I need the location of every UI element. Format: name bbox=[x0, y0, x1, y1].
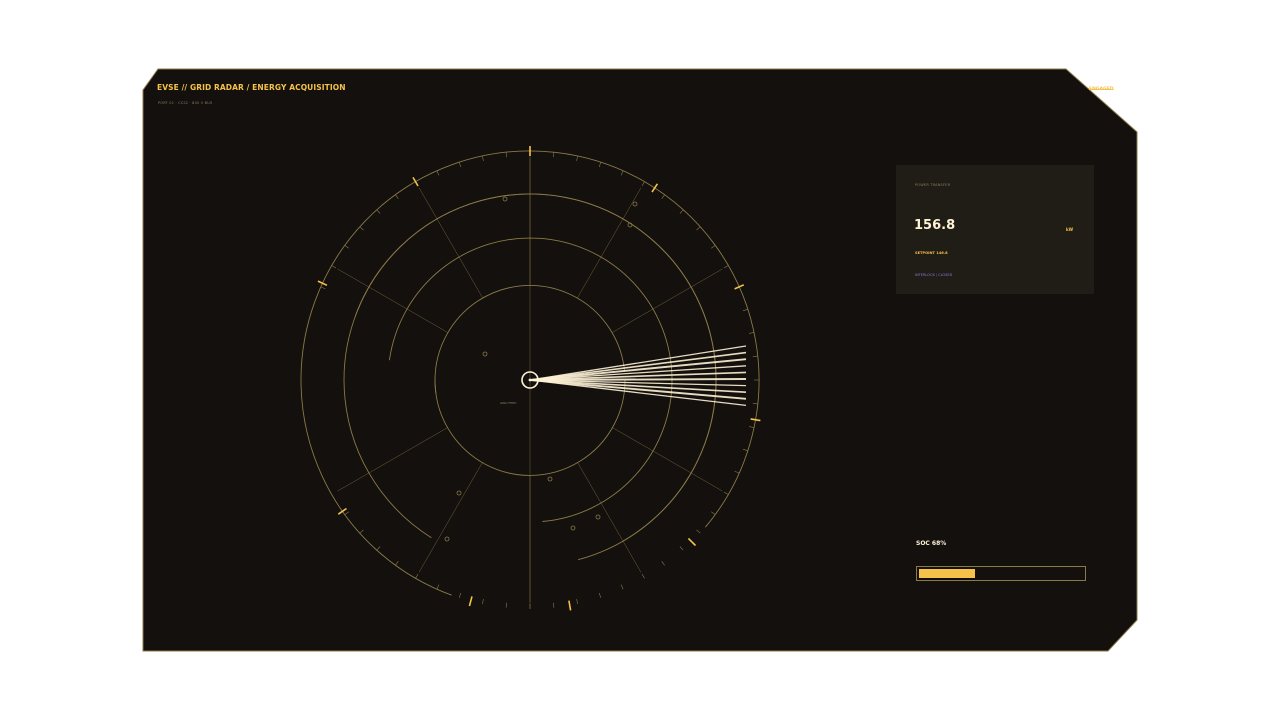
radar-sweep-line bbox=[529, 379, 747, 407]
radar-tick bbox=[696, 529, 701, 534]
radar-accent-tick bbox=[337, 507, 347, 515]
radar-center-label: GRID FEED bbox=[500, 401, 517, 405]
radar-tick bbox=[641, 181, 645, 187]
radar-tick bbox=[436, 170, 440, 176]
soc-label: SOC 68% bbox=[916, 540, 947, 547]
radar-tick bbox=[723, 491, 729, 495]
interlock-status: INTERLOCK / CLOSED bbox=[915, 273, 953, 277]
radar-tick bbox=[679, 209, 684, 214]
radar-tick bbox=[734, 470, 740, 474]
radar-accent-tick bbox=[468, 596, 473, 607]
radar-sweep bbox=[521, 345, 747, 407]
radar-tick bbox=[620, 170, 624, 176]
radar-tick bbox=[458, 592, 462, 598]
radar-tick bbox=[458, 162, 462, 168]
radar-blip bbox=[456, 490, 462, 496]
radar-blip bbox=[502, 196, 508, 202]
radar-center-dot bbox=[528, 378, 532, 382]
radar-tick bbox=[752, 355, 758, 357]
radar-tick bbox=[436, 584, 440, 590]
radar-tick bbox=[711, 511, 716, 515]
radar-tick bbox=[505, 602, 507, 608]
radar-blip bbox=[482, 351, 488, 357]
radar-tick bbox=[505, 152, 507, 158]
radar-tick bbox=[359, 226, 364, 231]
radar-tick bbox=[661, 194, 665, 199]
radar-tick bbox=[752, 403, 758, 405]
radar-tick bbox=[576, 599, 578, 605]
radar-grid bbox=[300, 146, 761, 611]
radar-ring-outer bbox=[300, 301, 452, 596]
radar-blip bbox=[632, 201, 638, 207]
radar-tick bbox=[598, 162, 602, 168]
radar-tick bbox=[482, 155, 484, 161]
status-tag: ENGAGED bbox=[1089, 87, 1114, 92]
power-transfer-label: POWER TRANSFER bbox=[915, 183, 951, 187]
radar-accent-tick bbox=[568, 600, 572, 611]
radar-blip bbox=[444, 536, 450, 542]
radar-spoke bbox=[418, 462, 483, 573]
radar-sweep-line bbox=[529, 379, 747, 393]
soc-progress-bar bbox=[916, 566, 1086, 581]
radar-tick bbox=[331, 265, 337, 269]
radar-tick bbox=[661, 561, 665, 566]
radar-accent-tick bbox=[412, 176, 419, 187]
radar-tick bbox=[344, 511, 349, 515]
radar-tick bbox=[576, 155, 578, 161]
radar-tick bbox=[376, 546, 381, 551]
radar-tick bbox=[711, 245, 716, 249]
page-title: EVSE // GRID RADAR / ENERGY ACQUISITION bbox=[157, 83, 346, 92]
radar-tick bbox=[641, 573, 645, 579]
radar-tick bbox=[344, 245, 349, 249]
radar-spoke bbox=[337, 427, 448, 492]
radar-blip bbox=[547, 476, 553, 482]
radar-blip bbox=[595, 514, 601, 520]
radar-tick bbox=[320, 286, 326, 290]
radar-tick bbox=[553, 602, 555, 608]
radar-accent-tick bbox=[651, 183, 659, 193]
radar-tick bbox=[395, 561, 399, 566]
radar-tick bbox=[598, 592, 602, 598]
radar-accent-tick bbox=[317, 280, 328, 287]
radar-tick bbox=[482, 599, 484, 605]
radar-tick bbox=[679, 546, 684, 551]
radar-ring-inner-gap bbox=[434, 376, 437, 394]
soc-progress-fill bbox=[919, 569, 975, 578]
radar-tick bbox=[723, 265, 729, 269]
radar-sweep-line bbox=[529, 378, 747, 381]
radar-tick bbox=[359, 529, 364, 534]
radar-blip bbox=[570, 525, 576, 531]
radar-accent-tick bbox=[687, 537, 697, 547]
setpoint-readout: SETPOINT 146.8 bbox=[915, 251, 948, 255]
radar-tick bbox=[696, 226, 701, 231]
radar-tick bbox=[415, 573, 419, 579]
page-subtitle: PORT 01 · CCS2 · 800 V BUS bbox=[158, 101, 213, 105]
radar-tick bbox=[742, 448, 748, 452]
radar-accent-tick bbox=[750, 418, 761, 422]
radar-tick bbox=[620, 584, 624, 590]
radar-display bbox=[300, 146, 761, 611]
power-value: 156.8 bbox=[914, 218, 956, 233]
radar-tick bbox=[749, 332, 755, 334]
power-transfer-panel: POWER TRANSFER 156.8 kW SETPOINT 146.8 I… bbox=[896, 165, 1094, 294]
radar-tick bbox=[749, 426, 755, 428]
radar-tick bbox=[553, 152, 555, 158]
radar-tick bbox=[742, 308, 748, 312]
radar-tick bbox=[395, 194, 399, 199]
radar-tick bbox=[376, 209, 381, 214]
power-unit: kW bbox=[1066, 227, 1074, 232]
radar-accent-tick bbox=[734, 284, 745, 290]
